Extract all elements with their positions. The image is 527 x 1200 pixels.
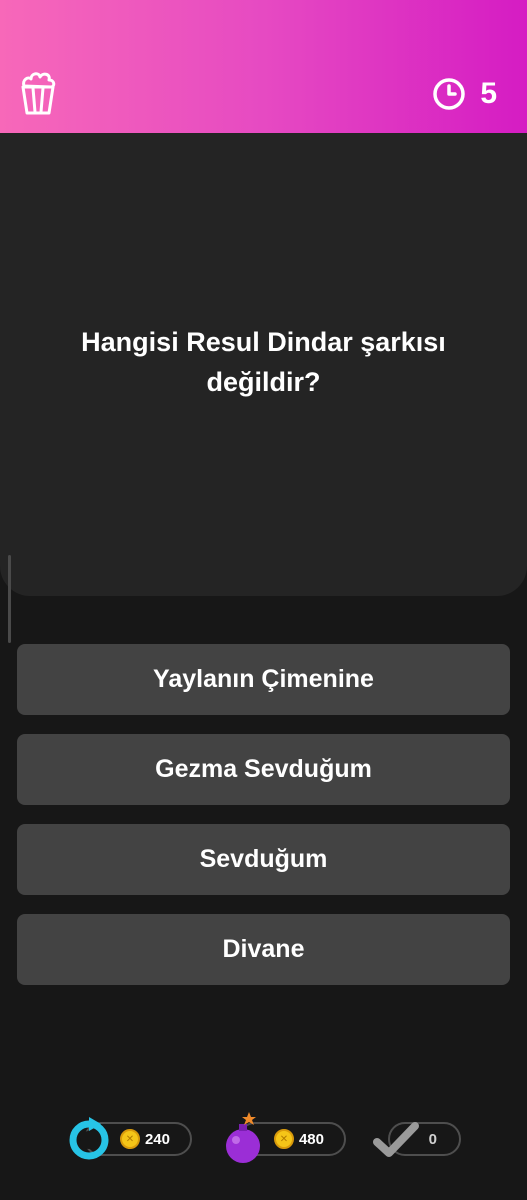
answer-option-2[interactable]: Gezma Sevduğum xyxy=(17,734,510,805)
top-bar: 5 xyxy=(0,0,527,133)
refresh-icon xyxy=(69,1117,109,1160)
answer-option-4[interactable]: Divane xyxy=(17,914,510,985)
coin-icon: ✕ xyxy=(273,1129,294,1149)
answer-option-1[interactable]: Yaylanın Çimenine xyxy=(17,644,510,715)
refresh-powerup-cost: 240 xyxy=(144,1130,170,1148)
timer: 5 xyxy=(432,72,497,116)
popcorn-icon[interactable] xyxy=(18,70,58,116)
question-card: Hangisi Resul Dindar şarkısı değildir? xyxy=(0,133,527,596)
question-text: Hangisi Resul Dindar şarkısı değildir? xyxy=(81,326,446,397)
check-icon xyxy=(373,1122,419,1157)
coin-icon: ✕ xyxy=(119,1129,140,1149)
timer-value: 5 xyxy=(480,77,497,110)
bomb-icon xyxy=(226,1112,260,1163)
bomb-powerup-cost: 480 xyxy=(298,1130,324,1148)
check-powerup-count: 0 xyxy=(428,1130,437,1148)
answer-list: Yaylanın Çimenine Gezma Sevduğum Sevduğu… xyxy=(17,644,510,1004)
scroll-indicator xyxy=(8,555,11,643)
powerup-bar: ✕ 240 ✕ 480 0 xyxy=(0,1108,527,1170)
clock-icon xyxy=(433,78,466,110)
answer-option-3[interactable]: Sevduğum xyxy=(17,824,510,895)
